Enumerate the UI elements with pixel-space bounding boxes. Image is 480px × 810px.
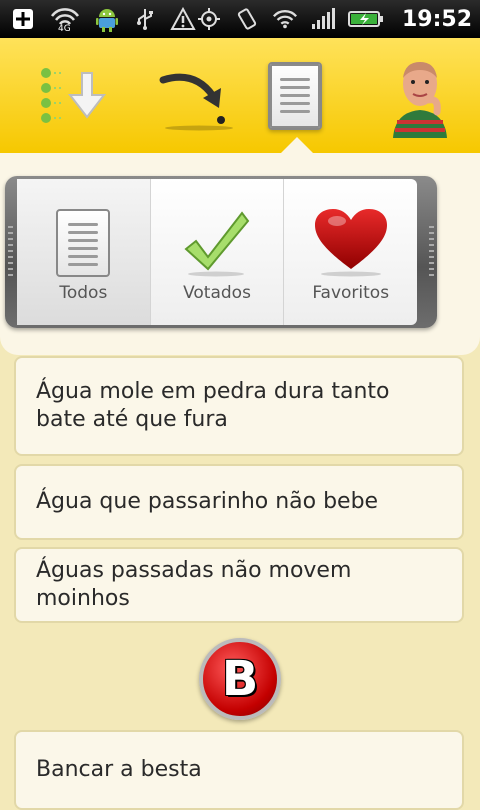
thinking-man-icon (393, 61, 447, 138)
status-left-icons: 4G (10, 6, 196, 34)
filter-panel: Todos Votados Favoritos (0, 137, 480, 355)
left-grip (8, 226, 13, 276)
filter-todos[interactable]: Todos (17, 179, 151, 325)
proverb-text: Águas passadas não movem moinhos (36, 558, 352, 611)
filter-todos-label: Todos (59, 283, 108, 303)
list-view-button[interactable] (235, 38, 355, 153)
document-icon (268, 61, 322, 130)
filter-favoritos-label: Favoritos (312, 283, 390, 303)
list-item[interactable]: Águas passadas não movem moinhos (14, 547, 464, 623)
usb-icon (132, 6, 158, 32)
list-item[interactable]: Bancar a besta (14, 730, 464, 810)
filter-frame: Todos Votados Favoritos (5, 176, 437, 328)
proverb-text: Bancar a besta (36, 757, 202, 782)
proverb-text: Água que passarinho não bebe (36, 489, 379, 514)
battery-icon (348, 6, 384, 32)
rotate-icon (234, 6, 260, 32)
network-type-label: 4G (58, 24, 71, 34)
top-toolbar (0, 38, 480, 153)
filter-votados-label: Votados (183, 283, 251, 303)
section-letter: B (221, 651, 259, 707)
warning-icon (170, 6, 196, 32)
curved-arrow-icon (159, 73, 233, 130)
download-list-button[interactable] (18, 38, 138, 153)
list-item[interactable]: Água mole em pedra dura tanto bate até q… (14, 356, 464, 456)
filter-favoritos[interactable]: Favoritos (284, 179, 417, 325)
document-icon (56, 203, 111, 277)
signal-icon (310, 6, 336, 32)
filter-tabs: Todos Votados Favoritos (17, 179, 417, 325)
panel-pointer (279, 137, 315, 155)
gps-icon (196, 6, 222, 32)
plus-notification-icon (10, 6, 36, 32)
wifi-icon (272, 6, 298, 32)
list-item[interactable]: Água que passarinho não bebe (14, 464, 464, 540)
clock: 19:52 (402, 6, 473, 32)
heart-icon (313, 203, 389, 277)
filter-votados[interactable]: Votados (151, 179, 285, 325)
status-bar: 4G 19:52 (0, 0, 480, 38)
section-letter-badge: B (199, 638, 281, 720)
right-grip (429, 226, 434, 276)
profile-button[interactable] (360, 38, 480, 153)
checkmark-icon (182, 203, 252, 277)
wifi-4g-icon: 4G (48, 6, 82, 34)
proverb-text: Água mole em pedra dura tanto bate até q… (36, 379, 390, 432)
android-icon (94, 6, 120, 32)
download-list-icon (41, 67, 107, 123)
status-right-icons: 19:52 (196, 6, 472, 32)
